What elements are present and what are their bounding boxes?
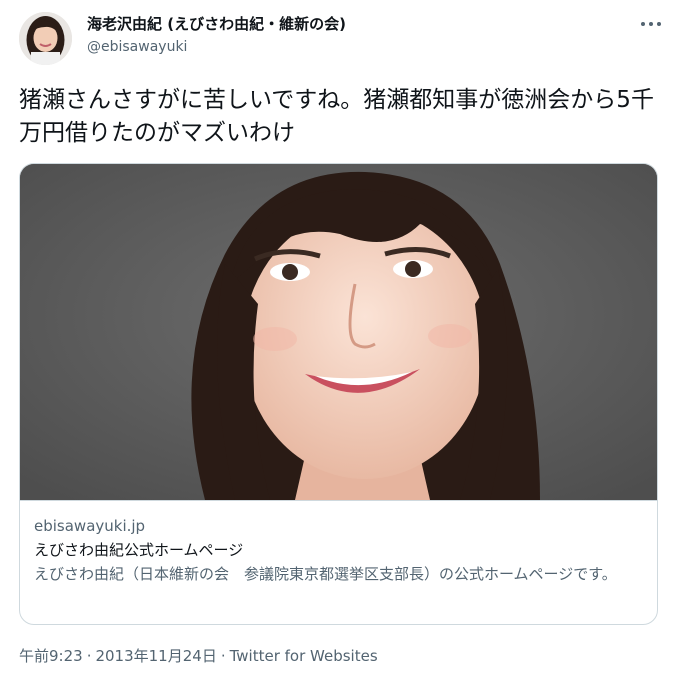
card-domain: ebisawayuki.jp xyxy=(34,517,146,535)
tweet-text: 猪瀬さんさすがに苦しいですね。猪瀬都知事が徳洲会から5千万円借りたのがマズいわけ xyxy=(19,87,654,146)
more-horizontal-icon-dot xyxy=(657,22,661,26)
more-options-button[interactable] xyxy=(636,10,666,38)
link-card[interactable]: ebisawayuki.jp えびさわ由紀公式ホームページ えびさわ由紀（日本維… xyxy=(19,163,658,625)
handle[interactable]: @ebisawayuki xyxy=(87,37,346,57)
display-name[interactable]: 海老沢由紀 (えびさわ由紀・維新の会) xyxy=(87,13,346,35)
tweet-source[interactable]: Twitter for Websites xyxy=(230,647,378,665)
more-horizontal-icon-dot xyxy=(649,22,653,26)
card-divider xyxy=(20,500,657,501)
avatar-photo xyxy=(19,12,72,65)
tweet-meta: 午前9:23 · 2013年11月24日 · Twitter for Websites xyxy=(19,646,378,666)
card-body: ebisawayuki.jp えびさわ由紀公式ホームページ えびさわ由紀（日本維… xyxy=(34,516,649,584)
tweet-date[interactable]: 2013年11月24日 xyxy=(95,647,216,665)
card-description: えびさわ由紀（日本維新の会 参議院東京都選挙区支部長）の公式ホームページです。 xyxy=(34,565,617,583)
meta-separator: · xyxy=(220,647,226,665)
avatar[interactable] xyxy=(19,12,72,65)
portrait-photo xyxy=(20,164,657,500)
meta-separator: · xyxy=(86,647,92,665)
card-title: えびさわ由紀公式ホームページ xyxy=(34,541,244,559)
tweet-time[interactable]: 午前9:23 xyxy=(19,647,83,665)
author-block[interactable]: 海老沢由紀 (えびさわ由紀・維新の会) @ebisawayuki xyxy=(87,13,346,57)
more-horizontal-icon xyxy=(641,22,645,26)
card-image xyxy=(20,164,657,500)
